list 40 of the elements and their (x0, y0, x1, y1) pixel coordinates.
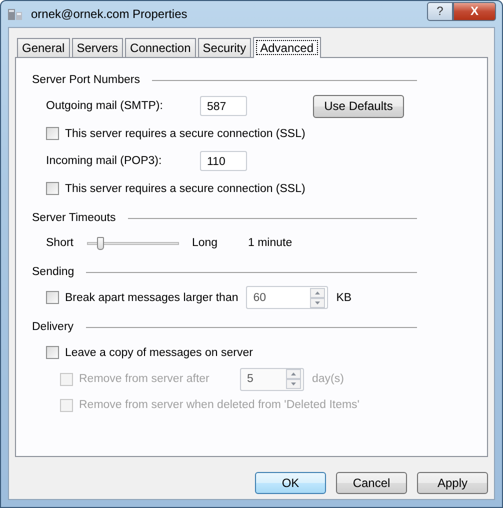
tab[interactable]: General (17, 38, 70, 57)
dialog-button[interactable]: Apply (417, 472, 488, 494)
section-title: Server Timeouts (32, 212, 117, 224)
section-title: Server Port Numbers (32, 74, 142, 86)
checkbox[interactable] (46, 346, 59, 359)
checkbox-label[interactable]: Break apart messages larger than (65, 292, 246, 304)
checkbox[interactable] (46, 291, 59, 304)
section-title: Sending (32, 266, 76, 278)
use-defaults-button[interactable]: Use Defaults (313, 94, 404, 118)
slider-label: Short (46, 237, 74, 249)
tab[interactable]: Connection (125, 38, 196, 57)
field-label: Outgoing mail (SMTP): (46, 100, 164, 112)
dialog-button[interactable]: Cancel (336, 472, 407, 494)
help-button[interactable]: ? (427, 2, 453, 20)
unit-label: KB (336, 292, 352, 304)
section-title: Delivery (32, 321, 75, 333)
spin-up-button[interactable] (286, 369, 301, 379)
slider-thumb[interactable] (96, 236, 104, 250)
spin-down-button[interactable] (310, 298, 326, 308)
checkbox[interactable] (46, 182, 59, 195)
properties-icon (7, 6, 23, 22)
spin-field[interactable]: 60 (246, 286, 328, 309)
checkbox[interactable] (46, 127, 59, 140)
unit-label: day(s) (312, 373, 344, 385)
tab[interactable]: Security (198, 38, 252, 57)
timeout-value: 1 minute (248, 237, 292, 249)
dialog-button[interactable]: OK (255, 472, 326, 494)
close-button[interactable]: X (453, 2, 496, 20)
checkbox-label[interactable]: This server requires a secure connection (SSL) (65, 128, 306, 140)
checkbox-label[interactable]: Leave a copy of messages on server (65, 346, 253, 358)
input-field[interactable]: 587 (200, 96, 247, 116)
tab[interactable]: Advanced (253, 37, 320, 58)
checkbox-label[interactable]: This server requires a secure connection (SSL) (65, 182, 306, 194)
input-field[interactable]: 110 (200, 151, 247, 171)
slider-label: Long (192, 237, 219, 249)
spin-up-button[interactable] (310, 288, 326, 298)
window-title: ornek@ornek.com Properties (31, 7, 188, 21)
field-label: Incoming mail (POP3): (46, 155, 163, 167)
spin-down-button[interactable] (286, 379, 301, 389)
tab[interactable]: Servers (72, 38, 124, 57)
